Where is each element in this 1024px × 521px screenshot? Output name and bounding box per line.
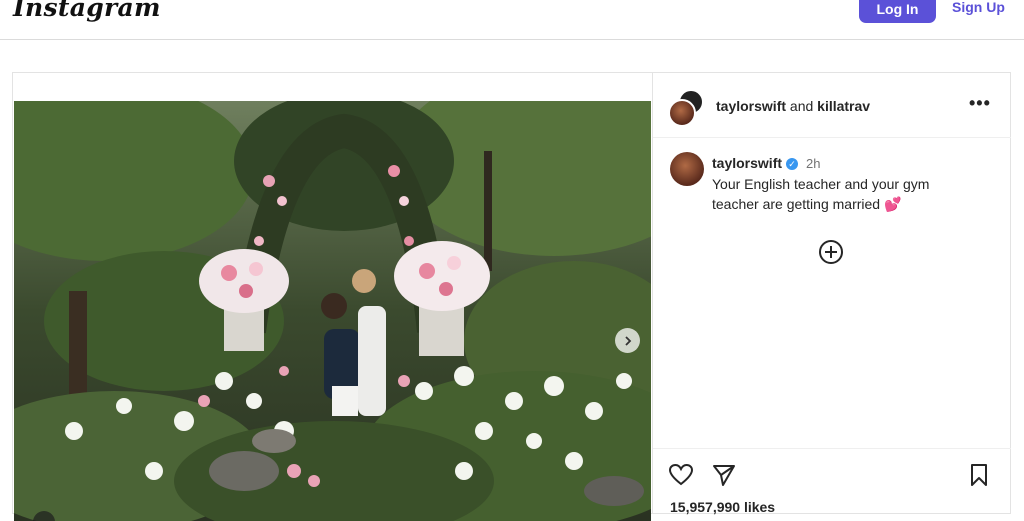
post-sidebar: taylorswift and killatrav ••• taylorswif… — [652, 73, 1011, 515]
add-comment-icon[interactable] — [818, 239, 844, 265]
avatar[interactable] — [670, 152, 704, 186]
garden-photo — [14, 101, 651, 521]
collab-avatars[interactable] — [668, 89, 706, 127]
post-card: taylorswift and killatrav ••• taylorswif… — [12, 72, 1011, 521]
caption-username[interactable]: taylorswift — [712, 155, 782, 171]
avatar — [668, 99, 696, 127]
send-icon[interactable] — [711, 462, 737, 488]
chevron-right-icon — [624, 335, 631, 346]
like-count[interactable]: 15,957,990 likes — [670, 499, 775, 515]
login-button[interactable]: Log In — [859, 0, 936, 23]
post-authors: taylorswift and killatrav — [716, 98, 870, 114]
instagram-logo[interactable]: Instagram — [13, 0, 161, 22]
signup-link[interactable]: Sign Up — [952, 0, 1005, 15]
heart-icon[interactable] — [668, 462, 694, 488]
bookmark-icon[interactable] — [966, 462, 992, 488]
post-header: taylorswift and killatrav ••• — [653, 73, 1011, 138]
author-joiner: and — [789, 98, 814, 114]
post-time: 2h — [806, 156, 821, 171]
more-options-icon[interactable]: ••• — [969, 93, 991, 114]
post-actions: 15,957,990 likes — [653, 448, 1011, 519]
top-bar: Instagram Log In Sign Up — [0, 0, 1024, 40]
post-media[interactable] — [14, 101, 651, 521]
coauthor-link[interactable]: killatrav — [817, 98, 870, 114]
caption-text: Your English teacher and your gym teache… — [712, 176, 930, 212]
verified-badge-icon: ✓ — [786, 158, 799, 171]
post-caption: taylorswift ✓ 2h Your English teacher and … — [712, 153, 972, 214]
author-link[interactable]: taylorswift — [716, 98, 786, 114]
next-slide-button[interactable] — [615, 328, 640, 353]
